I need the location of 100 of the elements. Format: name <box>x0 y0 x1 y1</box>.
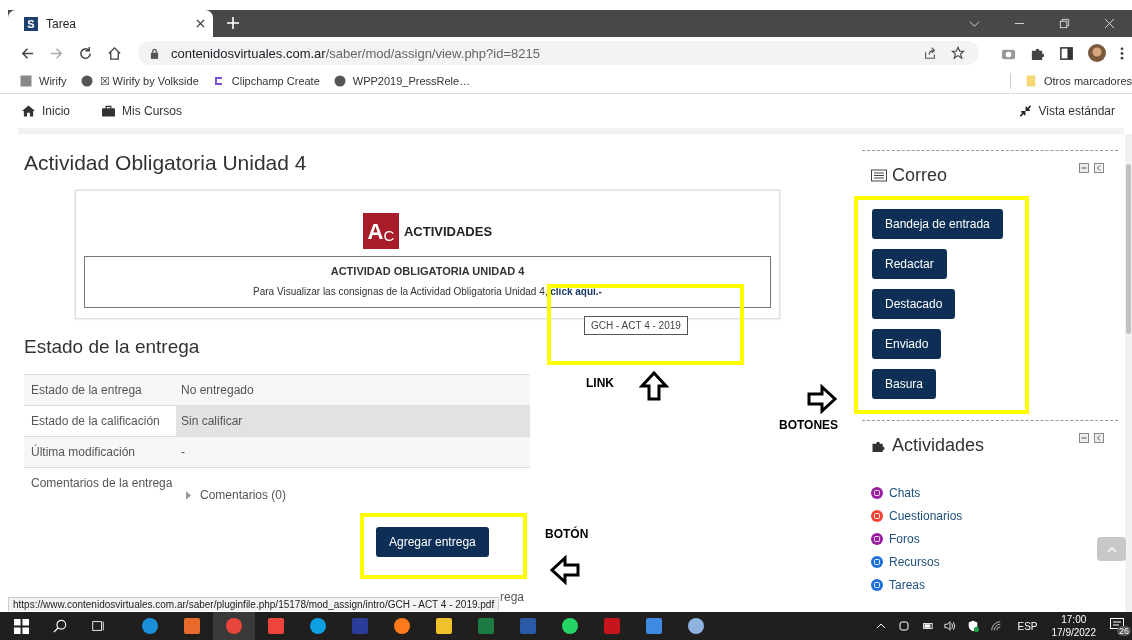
activity-icon <box>871 487 883 499</box>
table-cell: Sin calificar <box>176 406 530 436</box>
link-tooltip: GCH - ACT 4 - 2019 <box>584 316 688 335</box>
bookmark-folder[interactable]: Otros marcadores <box>1024 75 1132 87</box>
image-icon <box>20 75 32 87</box>
windows-start-icon[interactable] <box>14 618 29 634</box>
activity-link[interactable]: Cuestionarios <box>871 509 963 523</box>
mail-button[interactable]: Destacado <box>872 289 956 319</box>
collapse-icon[interactable] <box>1079 433 1089 443</box>
battery-icon[interactable] <box>921 620 934 632</box>
mail-button[interactable]: Bandeja de entrada <box>872 209 1003 239</box>
app-icon <box>645 617 663 635</box>
app-icon <box>267 617 285 635</box>
activity-link[interactable]: Recursos <box>871 555 940 569</box>
activity-icon <box>871 510 883 522</box>
wifi-icon[interactable] <box>990 620 1003 632</box>
bookmark[interactable]: ☒ Wirify by Volkside <box>80 74 199 88</box>
app-icon <box>477 617 495 635</box>
clock-date[interactable]: 17/9/2022 <box>1051 626 1096 639</box>
tab-title: Tarea <box>46 16 78 31</box>
chevron-down-icon[interactable] <box>969 18 980 29</box>
table-cell-text: No entregado <box>180 382 255 399</box>
bookmark[interactable]: WPP2019_PressRele… <box>333 75 471 87</box>
mail-button[interactable]: Enviado <box>872 329 942 359</box>
bookmark[interactable]: Clipchamp Create <box>212 75 320 87</box>
app-icon <box>687 617 705 635</box>
dock-icon[interactable] <box>1094 433 1104 443</box>
nav-link[interactable]: Inicio <box>22 104 70 118</box>
meet-icon[interactable] <box>898 620 911 632</box>
briefcase-icon <box>102 105 115 117</box>
app-icon <box>351 617 369 635</box>
home-icon[interactable] <box>107 45 122 61</box>
compress-icon <box>1018 105 1032 117</box>
shield-icon[interactable] <box>967 620 980 632</box>
app-icon <box>393 617 411 635</box>
annotation-label: BOTONES <box>779 418 839 432</box>
annotation-label: LINK <box>586 376 614 390</box>
block-title: Actividades <box>892 435 985 456</box>
reload-icon[interactable] <box>78 45 93 61</box>
profile-avatar[interactable] <box>1088 44 1106 62</box>
activity-link[interactable]: Tareas <box>871 578 926 592</box>
app-icon <box>435 617 453 635</box>
app-icon <box>183 617 201 635</box>
nav-link[interactable]: Mis Cursos <box>102 104 183 118</box>
app-icon <box>561 617 579 635</box>
cut-text: rega <box>500 590 526 604</box>
volume-icon[interactable] <box>944 620 957 632</box>
close-icon[interactable] <box>196 19 205 28</box>
puzzle-icon <box>871 439 887 452</box>
activity-icon <box>871 556 883 568</box>
share-icon[interactable] <box>923 46 937 60</box>
menu-icon[interactable] <box>1120 45 1124 61</box>
view-toggle-link[interactable]: Vista estándar <box>1018 104 1115 118</box>
activity-heading: ACTIVIDAD OBLIGATORIA UNIDAD 4 <box>329 265 526 277</box>
browser-tab[interactable]: S Tarea <box>8 10 213 37</box>
search-icon[interactable] <box>53 619 67 633</box>
app-icon <box>603 617 621 635</box>
restore-icon[interactable] <box>1059 18 1070 29</box>
task-view-icon[interactable] <box>91 619 105 633</box>
list-icon <box>871 169 887 182</box>
app-icon <box>225 617 243 635</box>
arrow-icon <box>807 384 837 414</box>
table-cell-text: Comentarios de la entrega <box>30 475 174 492</box>
table-cell-text: Estado de la entrega <box>30 382 143 399</box>
home-icon <box>22 105 35 117</box>
language-indicator[interactable]: ESP <box>1017 620 1038 632</box>
chevron-up-icon <box>1106 545 1117 553</box>
notification-count: 26 <box>1117 626 1131 636</box>
mail-button[interactable]: Redactar <box>872 249 947 279</box>
scrollbar[interactable] <box>1126 164 1131 334</box>
new-tab-icon[interactable] <box>227 17 239 29</box>
activity-link[interactable]: Foros <box>871 532 920 546</box>
instructions-text: Para Visualizar las consignas de la Actividad Obligatoria Unidad 4, <box>253 286 548 297</box>
arrow-icon <box>639 371 669 401</box>
table-cell-text: - <box>180 444 186 461</box>
bookmark[interactable]: Wirify <box>20 75 67 87</box>
clock-time[interactable]: 17:00 <box>1061 613 1087 626</box>
url-path: /saber/mod/assign/view.php?id=8215 <box>325 45 540 61</box>
address-bar[interactable]: contenidosvirtuales.com.ar/saber/mod/assign/view.php?id=8215 <box>138 41 979 65</box>
arrow-icon <box>550 555 580 585</box>
section-title: Estado de la entrega <box>24 336 201 358</box>
mail-button[interactable]: Basura <box>872 369 937 399</box>
url-host: contenidosvirtuales.com.ar <box>171 45 326 61</box>
logo-caption: ACTIVIDADES <box>403 223 493 239</box>
app-icon <box>141 617 159 635</box>
collapse-icon[interactable] <box>1079 163 1089 173</box>
comments-toggle[interactable]: Comentarios (0) <box>186 488 287 502</box>
side-panel-icon[interactable] <box>1059 45 1074 61</box>
folder-icon <box>1024 75 1037 87</box>
status-url: https://www.contenidosvirtuales.com.ar/saber/pluginfile.php/15178/mod_assign/intro/GCH - ACT 4 - 2019.pdf <box>8 597 500 611</box>
dock-icon[interactable] <box>1094 163 1104 173</box>
activity-icon <box>871 579 883 591</box>
lock-icon <box>150 47 159 59</box>
star-icon[interactable] <box>951 46 965 60</box>
page-title: Actividad Obligatoria Unidad 4 <box>24 151 308 175</box>
app-icon <box>519 617 537 635</box>
activity-link[interactable]: Chats <box>871 486 921 500</box>
clip-icon <box>212 75 225 87</box>
add-submission-button[interactable]: Agregar entrega <box>376 527 489 557</box>
notification-icon[interactable] <box>1110 618 1124 630</box>
